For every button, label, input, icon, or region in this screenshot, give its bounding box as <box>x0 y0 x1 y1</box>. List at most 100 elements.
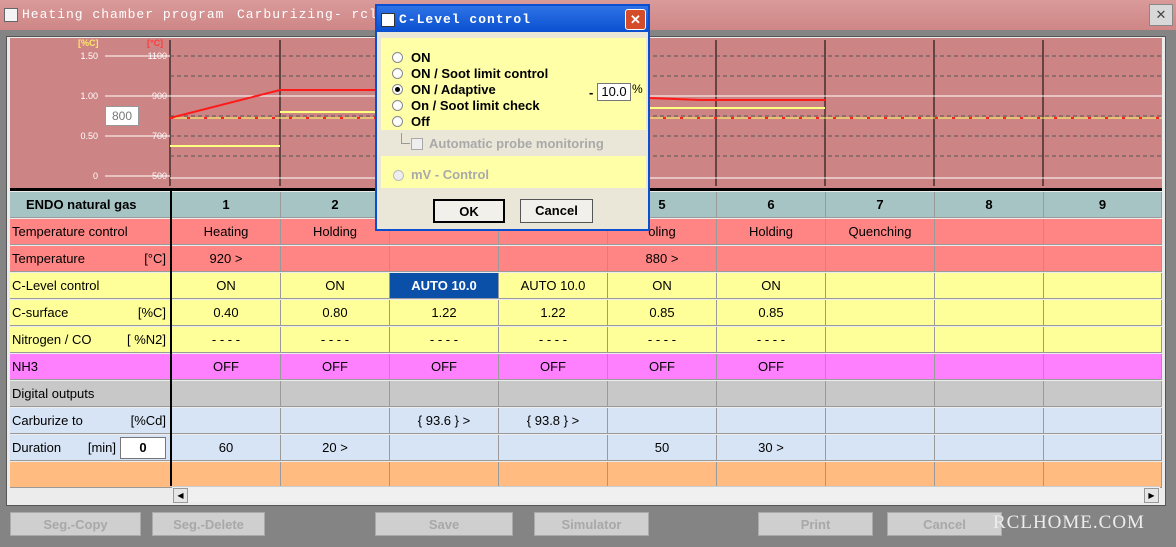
table-cell[interactable] <box>281 462 390 488</box>
table-cell[interactable] <box>717 246 826 272</box>
table-cell[interactable]: - - - - <box>390 327 499 353</box>
print-button[interactable]: Print <box>758 512 873 536</box>
table-cell[interactable] <box>935 408 1044 434</box>
table-cell[interactable] <box>935 246 1044 272</box>
table-cell[interactable]: { 93.6 } > <box>390 408 499 434</box>
table-cell[interactable] <box>499 435 608 461</box>
table-cell[interactable]: AUTO 10.0 <box>390 273 499 299</box>
table-cell[interactable]: OFF <box>717 354 826 380</box>
scroll-right-icon[interactable]: ▶ <box>1144 488 1159 503</box>
table-cell[interactable] <box>1044 246 1162 272</box>
segment-header[interactable]: 7 <box>826 192 935 218</box>
table-cell[interactable]: AUTO 10.0 <box>499 273 608 299</box>
table-cell[interactable] <box>1044 273 1162 299</box>
table-cell[interactable]: OFF <box>172 354 281 380</box>
table-cell[interactable]: Holding <box>717 219 826 245</box>
table-cell[interactable]: 880 > <box>608 246 717 272</box>
table-cell[interactable]: 1.22 <box>499 300 608 326</box>
table-cell[interactable]: 0.40 <box>172 300 281 326</box>
table-cell[interactable] <box>499 246 608 272</box>
dialog-cancel-button[interactable]: Cancel <box>520 199 593 223</box>
table-cell[interactable]: OFF <box>281 354 390 380</box>
table-cell[interactable]: 1.22 <box>390 300 499 326</box>
table-cell[interactable] <box>608 408 717 434</box>
table-cell[interactable] <box>935 273 1044 299</box>
table-cell[interactable] <box>935 381 1044 407</box>
table-cell[interactable] <box>826 246 935 272</box>
table-cell[interactable] <box>1044 354 1162 380</box>
table-cell[interactable] <box>826 354 935 380</box>
table-cell[interactable] <box>935 435 1044 461</box>
table-cell[interactable] <box>1044 435 1162 461</box>
table-cell[interactable]: 0.85 <box>608 300 717 326</box>
table-cell[interactable]: - - - - <box>281 327 390 353</box>
segment-header[interactable]: 9 <box>1044 192 1162 218</box>
table-cell[interactable] <box>935 354 1044 380</box>
segment-header[interactable]: 8 <box>935 192 1044 218</box>
window-close-button[interactable]: ✕ <box>1149 4 1173 26</box>
table-cell[interactable] <box>717 462 826 488</box>
table-cell[interactable]: - - - - <box>608 327 717 353</box>
table-cell[interactable]: { 93.8 } > <box>499 408 608 434</box>
table-cell[interactable]: - - - - <box>172 327 281 353</box>
mv-control-radio-icon[interactable] <box>393 170 404 181</box>
table-cell[interactable] <box>1044 300 1162 326</box>
table-cell[interactable]: ON <box>608 273 717 299</box>
table-cell[interactable]: ON <box>281 273 390 299</box>
table-cell[interactable]: ON <box>172 273 281 299</box>
table-cell[interactable]: 0.80 <box>281 300 390 326</box>
table-cell[interactable] <box>390 435 499 461</box>
adaptive-value-input[interactable]: 10.0 <box>597 83 631 101</box>
table-cell[interactable]: 30 > <box>717 435 826 461</box>
table-cell[interactable] <box>935 219 1044 245</box>
table-cell[interactable] <box>826 435 935 461</box>
table-cell[interactable] <box>717 408 826 434</box>
duration-input[interactable]: 0 <box>120 437 166 459</box>
table-cell[interactable]: ON <box>717 273 826 299</box>
save-button[interactable]: Save <box>375 512 513 536</box>
table-cell[interactable] <box>826 300 935 326</box>
table-cell[interactable] <box>826 462 935 488</box>
table-cell[interactable]: Heating <box>172 219 281 245</box>
cancel-button[interactable]: Cancel <box>887 512 1002 536</box>
setpoint-box[interactable]: 800 <box>105 106 139 126</box>
table-cell[interactable] <box>608 462 717 488</box>
seg-copy-button[interactable]: Seg.-Copy <box>10 512 141 536</box>
table-cell[interactable]: - - - - <box>499 327 608 353</box>
table-cell[interactable] <box>281 381 390 407</box>
table-cell[interactable]: 20 > <box>281 435 390 461</box>
table-cell[interactable] <box>390 462 499 488</box>
seg-delete-button[interactable]: Seg.-Delete <box>152 512 265 536</box>
table-cell[interactable] <box>935 462 1044 488</box>
scroll-left-icon[interactable]: ◀ <box>173 488 188 503</box>
table-cell[interactable]: 920 > <box>172 246 281 272</box>
table-cell[interactable]: Quenching <box>826 219 935 245</box>
table-cell[interactable] <box>172 408 281 434</box>
table-cell[interactable] <box>390 381 499 407</box>
table-cell[interactable] <box>281 246 390 272</box>
horizontal-scrollbar[interactable]: ◀ ▶ <box>172 486 1160 503</box>
segment-header[interactable]: 2 <box>281 192 390 218</box>
table-cell[interactable] <box>499 462 608 488</box>
table-cell[interactable] <box>717 381 826 407</box>
segment-header[interactable]: 6 <box>717 192 826 218</box>
table-cell[interactable]: OFF <box>608 354 717 380</box>
table-cell[interactable]: 50 <box>608 435 717 461</box>
segment-header[interactable]: 1 <box>172 192 281 218</box>
table-cell[interactable] <box>935 327 1044 353</box>
dialog-close-button[interactable]: ✕ <box>625 9 646 30</box>
table-cell[interactable]: 0.85 <box>717 300 826 326</box>
simulator-button[interactable]: Simulator <box>534 512 649 536</box>
table-cell[interactable]: 60 <box>172 435 281 461</box>
table-cell[interactable]: OFF <box>390 354 499 380</box>
table-cell[interactable] <box>826 327 935 353</box>
table-cell[interactable] <box>826 408 935 434</box>
dialog-ok-button[interactable]: OK <box>433 199 505 223</box>
table-cell[interactable]: OFF <box>499 354 608 380</box>
table-cell[interactable] <box>1044 462 1162 488</box>
table-cell[interactable] <box>281 408 390 434</box>
table-cell[interactable] <box>608 381 717 407</box>
table-cell[interactable] <box>390 246 499 272</box>
table-cell[interactable] <box>1044 381 1162 407</box>
table-cell[interactable] <box>1044 408 1162 434</box>
